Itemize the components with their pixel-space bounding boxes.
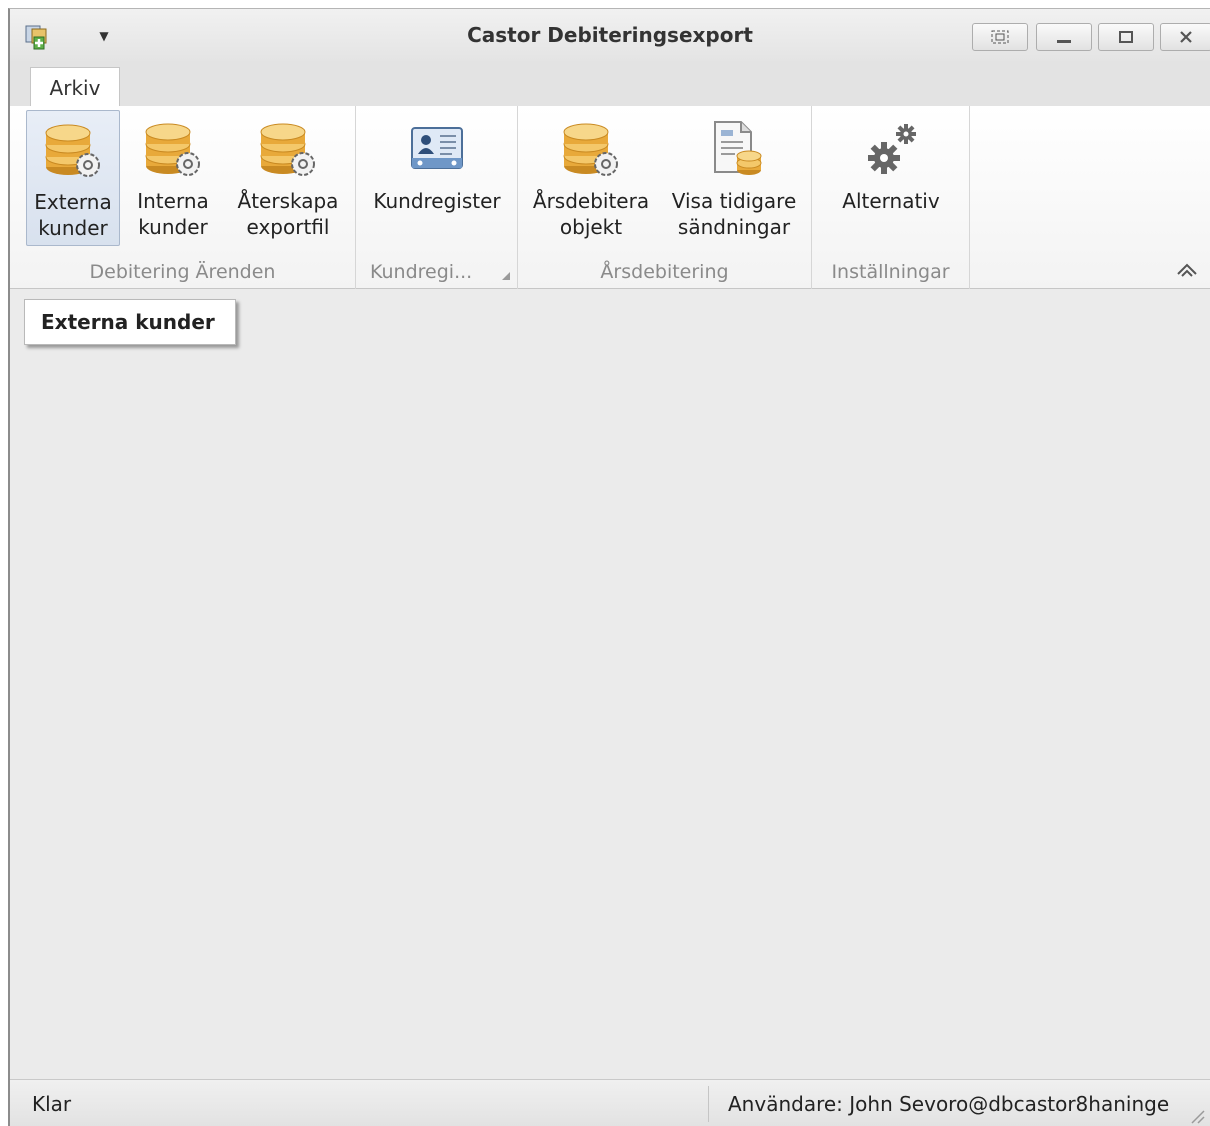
coins-gear-icon bbox=[45, 124, 100, 177]
dialog-launcher-icon[interactable] bbox=[501, 271, 511, 281]
group-kundregister: Kundregister Kundregi... bbox=[356, 106, 518, 289]
resize-grip-icon[interactable] bbox=[1184, 1103, 1206, 1125]
kundregister-label: Kundregister bbox=[373, 189, 501, 213]
collapse-ribbon-icon[interactable] bbox=[1174, 258, 1200, 282]
user-info: Användare: John Sevoro@dbcastor8haninge bbox=[728, 1092, 1170, 1116]
window-title: Castor Debiteringsexport bbox=[467, 23, 753, 47]
group-debitering-arenden: Externa kunder Interna kunder Återskapa … bbox=[10, 106, 356, 289]
externa-kunder-label-1: Externa bbox=[34, 190, 112, 214]
alternativ-button[interactable]: Alternativ bbox=[820, 110, 962, 246]
maximize-icon bbox=[1119, 31, 1133, 43]
frame-icon bbox=[991, 30, 1009, 44]
minimize-button[interactable] bbox=[1036, 23, 1092, 51]
main-content-area: Externa kunder bbox=[10, 289, 1210, 1079]
close-button[interactable] bbox=[1160, 23, 1210, 51]
ribbon-tab-row: Arkiv bbox=[10, 61, 1210, 108]
tooltip: Externa kunder bbox=[24, 299, 236, 345]
status-separator bbox=[708, 1086, 709, 1122]
group-installningar: Alternativ Inställningar bbox=[812, 106, 970, 289]
group-label-arsdebitering: Årsdebitering bbox=[600, 261, 729, 283]
gears-icon bbox=[868, 124, 916, 174]
interna-kunder-label-2: kunder bbox=[138, 215, 208, 239]
document-coins-icon bbox=[714, 121, 762, 175]
kundregister-button[interactable]: Kundregister bbox=[364, 110, 510, 246]
title-bar: ▼ Castor Debiteringsexport bbox=[10, 9, 1210, 61]
coins-gear-icon bbox=[145, 123, 200, 176]
restore-layout-button[interactable] bbox=[972, 23, 1028, 51]
externa-kunder-label-2: kunder bbox=[38, 216, 108, 240]
interna-kunder-label-1: Interna bbox=[137, 189, 209, 213]
status-text: Klar bbox=[32, 1092, 72, 1116]
coins-gear-icon bbox=[260, 123, 315, 176]
arsdebitera-label-2: objekt bbox=[559, 215, 623, 239]
tab-arkiv[interactable]: Arkiv bbox=[30, 67, 120, 108]
maximize-button[interactable] bbox=[1098, 23, 1154, 51]
aterskapa-exportfil-button[interactable]: Återskapa exportfil bbox=[226, 110, 350, 246]
group-arsdebitering: Årsdebitera objekt Visa tidigare sändnin… bbox=[518, 106, 812, 289]
group-label-kundregister: Kundregi... bbox=[370, 261, 473, 283]
ribbon: Externa kunder Interna kunder Återskapa … bbox=[10, 106, 1210, 289]
app-window: ▼ Castor Debiteringsexport Arkiv Externa… bbox=[8, 8, 1210, 1126]
aterskapa-label-2: exportfil bbox=[246, 215, 330, 239]
alternativ-label: Alternativ bbox=[842, 189, 940, 213]
status-bar: Klar Användare: John Sevoro@dbcastor8han… bbox=[10, 1079, 1210, 1126]
interna-kunder-button[interactable]: Interna kunder bbox=[128, 110, 218, 246]
aterskapa-label-1: Återskapa bbox=[237, 189, 339, 213]
externa-kunder-button[interactable]: Externa kunder bbox=[26, 110, 120, 246]
minimize-icon bbox=[1057, 40, 1071, 43]
contact-card-icon bbox=[411, 127, 463, 169]
visa-tidigare-label-2: sändningar bbox=[677, 215, 791, 239]
coins-gear-icon bbox=[563, 123, 618, 176]
visa-tidigare-sandningar-button[interactable]: Visa tidigare sändningar bbox=[664, 110, 804, 246]
arsdebitera-objekt-button[interactable]: Årsdebitera objekt bbox=[526, 110, 656, 246]
group-label-installningar: Inställningar bbox=[831, 261, 950, 283]
group-label-debitering: Debitering Ärenden bbox=[89, 261, 276, 283]
visa-tidigare-label-1: Visa tidigare bbox=[671, 189, 797, 213]
arsdebitera-label-1: Årsdebitera bbox=[532, 189, 650, 213]
close-icon bbox=[1180, 31, 1192, 43]
